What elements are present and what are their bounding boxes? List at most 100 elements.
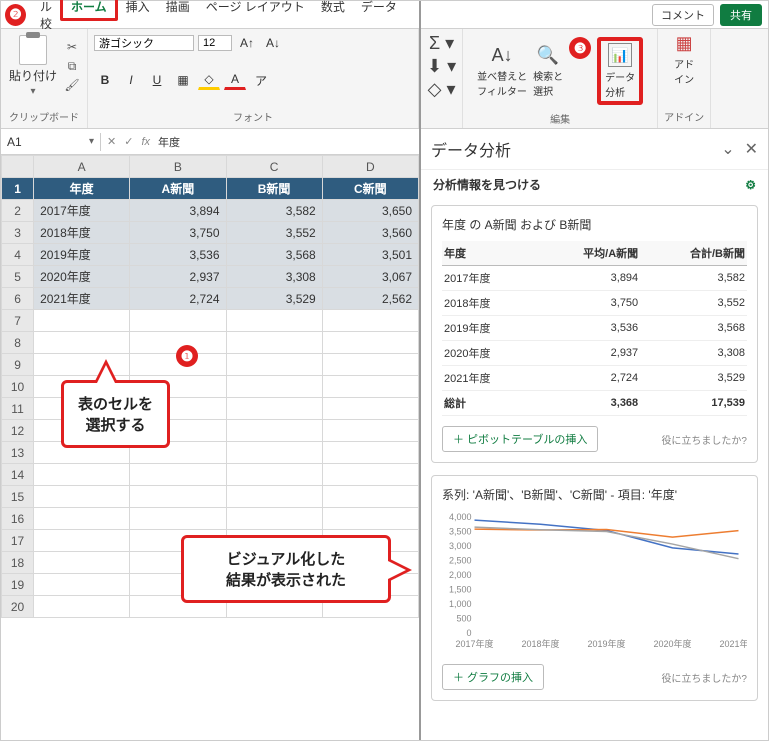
cell[interactable] xyxy=(226,464,322,486)
cell[interactable]: 3,067 xyxy=(322,266,418,288)
row-header[interactable]: 5 xyxy=(2,266,34,288)
cell[interactable]: 2017年度 xyxy=(34,200,130,222)
helpful-text[interactable]: 役に立ちましたか? xyxy=(661,670,747,685)
copy-icon[interactable]: ⧉ xyxy=(63,58,81,74)
cell[interactable] xyxy=(322,310,418,332)
cell[interactable] xyxy=(34,574,130,596)
cell[interactable] xyxy=(226,508,322,530)
col-header[interactable]: D xyxy=(322,156,418,178)
cell[interactable] xyxy=(322,332,418,354)
cell[interactable]: 3,894 xyxy=(130,200,226,222)
decrease-font-icon[interactable]: A↓ xyxy=(262,33,284,53)
collapse-icon[interactable]: ⌄ xyxy=(721,139,734,159)
underline-button[interactable]: U xyxy=(146,70,168,90)
cell[interactable]: 2019年度 xyxy=(34,244,130,266)
cell[interactable] xyxy=(322,398,418,420)
row-header[interactable]: 4 xyxy=(2,244,34,266)
cell[interactable] xyxy=(226,486,322,508)
cell[interactable]: 3,529 xyxy=(226,288,322,310)
border-button[interactable]: ▦ xyxy=(172,70,194,90)
sort-filter-button[interactable]: A↓ 並べ替えと フィルター xyxy=(477,37,527,105)
italic-button[interactable]: I xyxy=(120,70,142,90)
tab-3[interactable]: 描画 xyxy=(158,0,198,18)
addins-button[interactable]: ▦ アド イン xyxy=(664,33,704,86)
col-header[interactable]: A xyxy=(34,156,130,178)
cell[interactable] xyxy=(322,420,418,442)
phonetic-button[interactable]: ア xyxy=(250,70,272,90)
row-header[interactable]: 19 xyxy=(2,574,34,596)
row-header[interactable]: 1 xyxy=(2,178,34,200)
row-header[interactable]: 9 xyxy=(2,354,34,376)
find-select-button[interactable]: 🔍 検索と 選択 xyxy=(533,37,563,105)
cell[interactable] xyxy=(322,354,418,376)
row-header[interactable]: 6 xyxy=(2,288,34,310)
paste-button[interactable]: 貼り付け ▾ xyxy=(7,33,59,99)
cell[interactable]: 2021年度 xyxy=(34,288,130,310)
font-size-select[interactable] xyxy=(198,35,232,51)
cell[interactable] xyxy=(226,310,322,332)
cell[interactable] xyxy=(34,310,130,332)
cell[interactable] xyxy=(34,332,130,354)
cell[interactable] xyxy=(322,486,418,508)
row-header[interactable]: 13 xyxy=(2,442,34,464)
cell[interactable] xyxy=(322,508,418,530)
row-header[interactable]: 15 xyxy=(2,486,34,508)
cell[interactable] xyxy=(34,486,130,508)
insert-chart-button[interactable]: ＋ グラフの挿入 xyxy=(442,664,544,690)
cell[interactable] xyxy=(226,332,322,354)
header-cell[interactable]: 年度 xyxy=(34,178,130,200)
header-cell[interactable]: A新聞 xyxy=(130,178,226,200)
row-header[interactable]: 16 xyxy=(2,508,34,530)
col-header[interactable]: C xyxy=(226,156,322,178)
format-painter-icon[interactable]: 🖌 xyxy=(63,77,81,93)
cell[interactable] xyxy=(34,464,130,486)
col-header[interactable]: B xyxy=(130,156,226,178)
comment-button[interactable]: コメント xyxy=(652,4,714,26)
row-header[interactable]: 12 xyxy=(2,420,34,442)
header-cell[interactable]: B新聞 xyxy=(226,178,322,200)
tab-1[interactable]: ホーム xyxy=(60,0,118,21)
data-analysis-button[interactable]: 📊 データ 分析 xyxy=(597,37,643,105)
cell[interactable]: 3,582 xyxy=(226,200,322,222)
cell[interactable] xyxy=(322,442,418,464)
cell[interactable]: 3,552 xyxy=(226,222,322,244)
confirm-icon[interactable]: ✓ xyxy=(124,135,133,148)
cell[interactable]: 3,536 xyxy=(130,244,226,266)
bold-button[interactable]: B xyxy=(94,70,116,90)
font-name-select[interactable] xyxy=(94,35,194,51)
cut-icon[interactable]: ✂ xyxy=(63,39,81,55)
cell[interactable] xyxy=(226,354,322,376)
cell[interactable]: 2020年度 xyxy=(34,266,130,288)
spreadsheet-grid[interactable]: ABCD1年度A新聞B新聞C新聞22017年度3,8943,5823,65032… xyxy=(1,155,419,740)
cell[interactable]: 3,501 xyxy=(322,244,418,266)
row-header[interactable]: 10 xyxy=(2,376,34,398)
row-header[interactable]: 18 xyxy=(2,552,34,574)
cell[interactable] xyxy=(34,530,130,552)
row-header[interactable]: 3 xyxy=(2,222,34,244)
cell[interactable] xyxy=(226,442,322,464)
cell[interactable] xyxy=(130,508,226,530)
insert-pivot-button[interactable]: ＋ ピボットテーブルの挿入 xyxy=(442,426,598,452)
cell[interactable] xyxy=(34,552,130,574)
row-header[interactable]: 17 xyxy=(2,530,34,552)
formula-value[interactable]: 年度 xyxy=(158,134,180,150)
fx-label[interactable]: fx xyxy=(141,136,150,148)
tab-6[interactable]: データ xyxy=(353,0,405,18)
cell[interactable]: 2,937 xyxy=(130,266,226,288)
cell[interactable] xyxy=(226,420,322,442)
tab-2[interactable]: 挿入 xyxy=(118,0,158,18)
cell[interactable]: 3,750 xyxy=(130,222,226,244)
name-box[interactable]: A1 ▾ xyxy=(1,133,101,151)
row-header[interactable]: 7 xyxy=(2,310,34,332)
fill-color-button[interactable]: ◇ xyxy=(198,70,220,90)
gear-icon[interactable]: ⚙ xyxy=(745,178,756,192)
cell[interactable]: 3,308 xyxy=(226,266,322,288)
row-header[interactable]: 11 xyxy=(2,398,34,420)
cell[interactable] xyxy=(130,486,226,508)
cell[interactable] xyxy=(226,376,322,398)
close-icon[interactable]: ✕ xyxy=(745,139,758,159)
cell[interactable] xyxy=(34,508,130,530)
header-cell[interactable]: C新聞 xyxy=(322,178,418,200)
helpful-text[interactable]: 役に立ちましたか? xyxy=(661,432,747,447)
tab-5[interactable]: 数式 xyxy=(313,0,353,18)
